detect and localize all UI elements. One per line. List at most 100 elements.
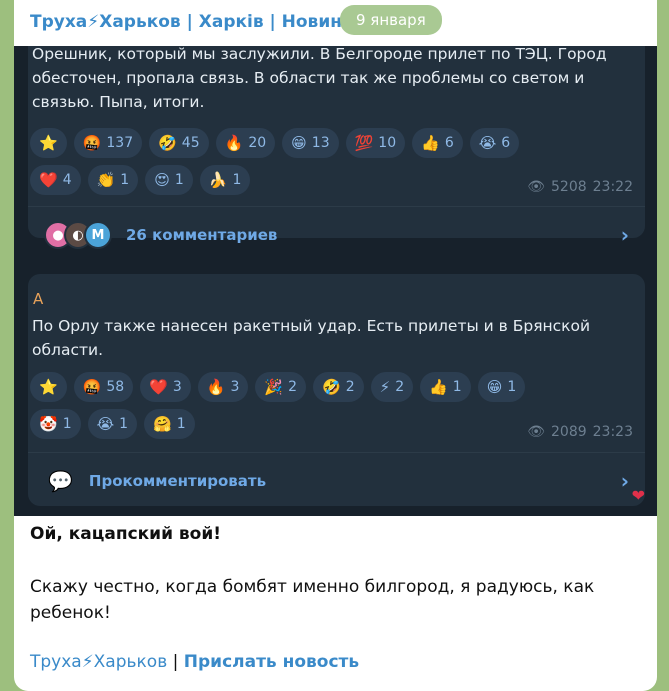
reaction-emoji-icon: 👏: [96, 170, 116, 189]
reaction-pill[interactable]: 😁 13: [282, 128, 339, 158]
comments-count-label: 26 комментариев: [126, 226, 278, 244]
commenter-avatars: ● ◐ M: [44, 221, 112, 249]
reaction-emoji-icon: 😍: [154, 170, 170, 189]
reaction-pill[interactable]: 🤡 1: [30, 409, 81, 439]
reaction-count: 45: [181, 135, 200, 151]
reaction-count: 1: [174, 172, 184, 188]
reaction-pill[interactable]: ⭐: [30, 372, 67, 402]
reaction-count: 20: [248, 135, 267, 151]
divider: [28, 452, 645, 453]
reaction-pill[interactable]: 👍 6: [412, 128, 463, 158]
reaction-emoji-icon: 🔥: [224, 133, 244, 152]
reaction-emoji-icon: ⭐: [39, 377, 58, 396]
reaction-pill[interactable]: 🤣 45: [149, 128, 209, 158]
reaction-count: 1: [120, 172, 130, 188]
reaction-pill[interactable]: 🔥 3: [197, 372, 249, 402]
reaction-pill[interactable]: 🔥 20: [215, 128, 276, 158]
post-1-reactions-row-1: ⭐ 🤬 137 🤣 45 🔥 20 😁 13 💯 10 👍 6 😭 6: [30, 128, 520, 158]
post-2-meta: 👁 2089 23:23: [527, 424, 633, 440]
reaction-emoji-icon: 👍: [421, 133, 440, 152]
reaction-pill[interactable]: ⚡ 2: [370, 372, 414, 402]
eye-icon: 👁: [527, 179, 545, 195]
post-1-text: Орешник, который мы заслужили. В Белгоро…: [32, 46, 607, 111]
reaction-emoji-icon: 😭: [478, 133, 497, 152]
reaction-emoji-icon: 🤡: [39, 414, 58, 433]
reaction-emoji-icon: 💯: [354, 133, 374, 152]
divider: [28, 206, 645, 207]
reaction-count: 2: [395, 379, 405, 395]
reaction-count: 6: [444, 135, 454, 151]
reaction-count: 10: [378, 135, 397, 151]
reaction-pill[interactable]: 👏 1: [87, 165, 139, 195]
reaction-emoji-icon: ❤️: [149, 377, 168, 396]
heart-reaction-icon[interactable]: ❤: [632, 486, 645, 505]
submit-news-link[interactable]: Прислать новость: [184, 652, 359, 672]
reaction-pill[interactable]: 💯 10: [345, 128, 406, 158]
post-2-time: 23:23: [592, 424, 633, 440]
reaction-count: 3: [230, 379, 240, 395]
reaction-pill[interactable]: 🤬 58: [73, 372, 134, 402]
date-badge: 9 января: [340, 5, 442, 35]
caption-body: Скажу честно, когда бомбят именно билгор…: [30, 577, 595, 623]
reaction-pill[interactable]: ❤️ 4: [30, 165, 81, 195]
reaction-pill[interactable]: 😁 1: [477, 372, 526, 402]
embedded-screenshot[interactable]: Орешник, который мы заслужили. В Белгоро…: [14, 46, 657, 516]
reaction-count: 13: [311, 135, 330, 151]
reaction-emoji-icon: 👍: [429, 377, 448, 396]
reaction-emoji-icon: 😭: [96, 414, 115, 433]
reaction-count: 137: [106, 135, 134, 151]
footer-separator: |: [172, 652, 179, 672]
reaction-count: 1: [119, 416, 129, 432]
caption-headline: Ой, кацапский вой!: [30, 524, 222, 544]
reaction-emoji-icon: ❤️: [39, 170, 58, 189]
post-2-comment-button[interactable]: 💬 Прокомментировать ›: [28, 454, 645, 508]
post-2-reactions-row-1: ⭐ 🤬 58 ❤️ 3 🔥 3 🎉 2 🤣 2 ⚡ 2 👍 1 😁 1: [30, 372, 526, 402]
footer-links: Труха⚡Харьков | Прислать новость: [30, 652, 359, 672]
reaction-emoji-icon: 🤬: [82, 377, 102, 396]
post-1-time: 23:22: [592, 179, 633, 195]
chevron-right-icon: ›: [620, 223, 629, 247]
reaction-pill[interactable]: 🤬 137: [73, 128, 143, 158]
reaction-pill[interactable]: 😭 1: [87, 409, 138, 439]
reaction-count: 1: [176, 416, 186, 432]
reaction-emoji-icon: 🤣: [322, 377, 341, 396]
reaction-emoji-icon: ⚡: [379, 377, 391, 396]
reaction-emoji-icon: 🤬: [82, 133, 102, 152]
post-2-author: A: [33, 290, 44, 308]
reaction-emoji-icon: 🎉: [264, 377, 284, 396]
reaction-pill[interactable]: 🍌 1: [199, 165, 251, 195]
chevron-right-icon: ›: [620, 469, 629, 493]
reaction-count: 3: [172, 379, 182, 395]
channel-title[interactable]: Труха⚡Харьков | Харків | Новини: [30, 12, 354, 32]
channel-link[interactable]: Труха⚡Харьков: [30, 652, 167, 672]
reaction-emoji-icon: 🤗: [153, 414, 172, 433]
post-2-reactions-row-2: 🤡 1 😭 1 🤗 1: [30, 409, 195, 439]
reaction-pill[interactable]: 🤗 1: [144, 409, 195, 439]
reaction-count: 1: [452, 379, 462, 395]
reaction-count: 1: [232, 172, 242, 188]
reaction-pill[interactable]: ⭐: [30, 128, 67, 158]
post-1-reactions-row-2: ❤️ 4 👏 1 😍 1 🍌 1: [30, 165, 251, 195]
reaction-pill[interactable]: 🎉 2: [255, 372, 307, 402]
reaction-pill[interactable]: 👍 1: [420, 372, 471, 402]
reaction-emoji-icon: 🍌: [208, 170, 228, 189]
reaction-emoji-icon: 🔥: [206, 377, 226, 396]
avatar: M: [84, 221, 112, 249]
reaction-count: 58: [106, 379, 125, 395]
eye-icon: 👁: [527, 424, 545, 440]
reaction-pill[interactable]: 🤣 2: [313, 372, 364, 402]
reaction-pill[interactable]: 😍 1: [145, 165, 193, 195]
reaction-count: 2: [345, 379, 355, 395]
comment-action-label: Прокомментировать: [88, 472, 267, 490]
post-1-comments-button[interactable]: ● ◐ M 26 комментариев ›: [28, 208, 645, 262]
post-1-views: 5208: [551, 179, 587, 195]
reaction-emoji-icon: ⭐: [39, 133, 58, 152]
reaction-count: 1: [507, 379, 517, 395]
post-1-meta: 👁 5208 23:22: [527, 179, 633, 195]
reaction-pill[interactable]: ❤️ 3: [140, 372, 191, 402]
reaction-pill[interactable]: 😭 6: [469, 128, 520, 158]
reaction-emoji-icon: 😁: [291, 133, 307, 152]
post-2-views: 2089: [551, 424, 587, 440]
message-bubble: Труха⚡Харьков | Харків | Новини 9 января…: [14, 0, 657, 691]
reaction-count: 6: [501, 135, 511, 151]
